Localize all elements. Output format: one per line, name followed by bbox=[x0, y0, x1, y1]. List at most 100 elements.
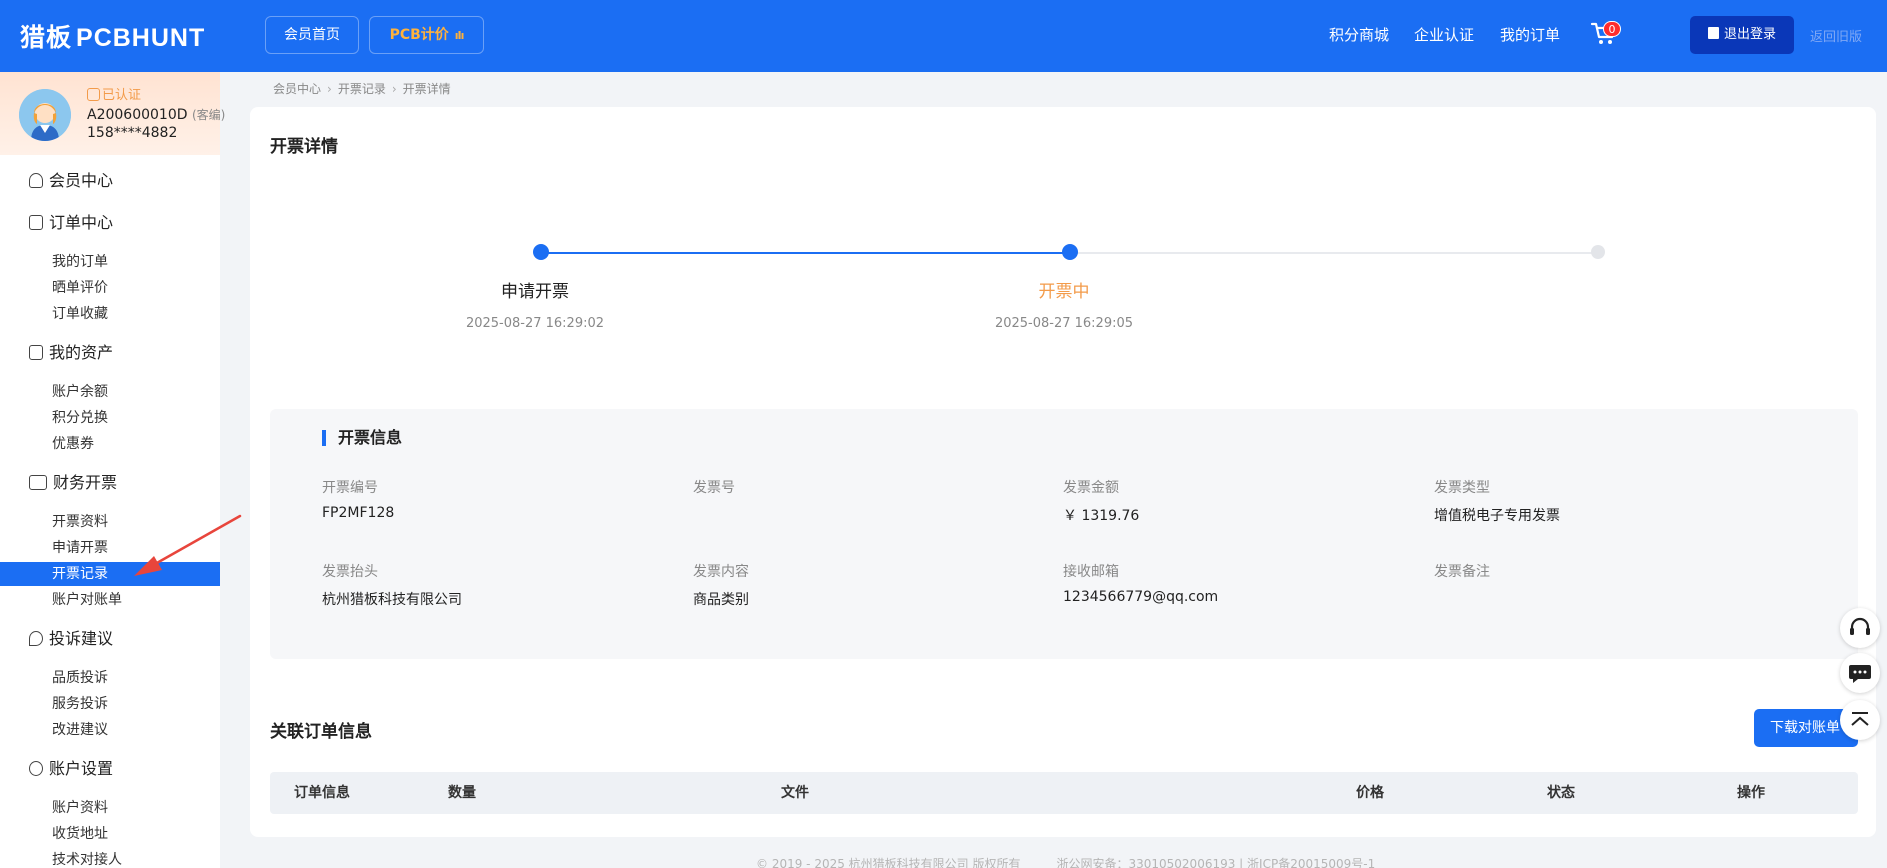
field-label-remark: 发票备注 bbox=[1434, 564, 1490, 580]
signal-bars-icon: ıIı bbox=[454, 29, 465, 42]
logout-button[interactable]: 退出登录 bbox=[1690, 16, 1794, 54]
logout-icon bbox=[1707, 27, 1719, 39]
back-to-top-button[interactable] bbox=[1840, 700, 1880, 740]
sidebar-member-center-label: 会员中心 bbox=[49, 171, 114, 190]
sidebar-item-account-profile[interactable]: 账户资料 bbox=[0, 796, 220, 820]
column-header-file: 文件 bbox=[781, 785, 809, 801]
column-header-quantity: 数量 bbox=[448, 785, 476, 801]
breadcrumb-item-member-center[interactable]: 会员中心 bbox=[273, 82, 321, 96]
sidebar-item-tech-contact[interactable]: 技术对接人 bbox=[0, 848, 220, 868]
column-header-price: 价格 bbox=[1356, 785, 1384, 801]
breadcrumb-item-invoice-records[interactable]: 开票记录 bbox=[338, 82, 386, 96]
cart-count-badge: 0 bbox=[1603, 21, 1621, 37]
certified-icon bbox=[87, 88, 100, 101]
invoice-icon bbox=[29, 475, 47, 490]
clipboard-icon bbox=[29, 215, 43, 230]
field-value-invoice-no: FP2MF128 bbox=[322, 505, 395, 521]
sidebar-item-reviews[interactable]: 晒单评价 bbox=[0, 276, 220, 300]
sidebar-item-statement[interactable]: 账户对账单 bbox=[0, 588, 220, 612]
arrow-up-icon bbox=[1851, 712, 1869, 726]
footer-copyright: © 2019 - 2025 杭州猎板科技有限公司 版权所有 浙公网安备：3301… bbox=[756, 857, 1376, 868]
user-phone: 158****4882 bbox=[87, 125, 178, 141]
sidebar-group-assets-label: 我的资产 bbox=[49, 343, 114, 362]
sidebar-group-settings: 账户设置 bbox=[29, 757, 113, 781]
sidebar-group-settings-label: 账户设置 bbox=[49, 759, 114, 778]
chat-bubble-icon bbox=[1849, 665, 1871, 683]
progress-line-done bbox=[541, 252, 1070, 254]
invoice-info-title: 开票信息 bbox=[322, 430, 402, 446]
field-value-invoice-header: 杭州猎板科技有限公司 bbox=[322, 592, 462, 608]
field-label-receipt-no: 发票号 bbox=[693, 480, 735, 496]
field-value-email: 1234566779@qq.com bbox=[1063, 589, 1219, 605]
field-label-amount: 发票金额 bbox=[1063, 480, 1119, 496]
user-id-value: A200600010D bbox=[87, 107, 188, 123]
field-value-amount: ￥ 1319.76 bbox=[1063, 508, 1140, 524]
user-id-tag: (客编) bbox=[191, 108, 226, 122]
chat-button[interactable] bbox=[1840, 653, 1880, 693]
progress-line-pending bbox=[1070, 252, 1599, 254]
page-title: 开票详情 bbox=[270, 137, 338, 157]
chevron-right-icon: › bbox=[391, 82, 397, 96]
chevron-right-icon: › bbox=[327, 82, 332, 96]
breadcrumb-item-invoice-detail: 开票详情 bbox=[402, 82, 451, 96]
user-id: A200600010D (客编) bbox=[87, 106, 225, 123]
sidebar-item-service-complaint[interactable]: 服务投诉 bbox=[0, 692, 220, 716]
nav-points-mall[interactable]: 积分商城 bbox=[1329, 24, 1389, 45]
step-time-apply: 2025-08-27 16:29:02 bbox=[465, 316, 605, 331]
sidebar-group-orders: 订单中心 bbox=[29, 211, 113, 235]
column-header-order-info: 订单信息 bbox=[294, 785, 350, 801]
sidebar-item-balance[interactable]: 账户余额 bbox=[0, 380, 220, 404]
sidebar-group-complaints: 投诉建议 bbox=[29, 627, 113, 651]
sidebar-item-favorites[interactable]: 订单收藏 bbox=[0, 302, 220, 326]
headset-icon bbox=[1850, 617, 1870, 635]
step-dot-processing bbox=[1062, 244, 1078, 260]
column-header-actions: 操作 bbox=[1737, 785, 1765, 801]
column-header-status: 状态 bbox=[1547, 785, 1575, 801]
annotation-arrow bbox=[134, 514, 242, 576]
invoice-detail-panel: 开票详情 申请开票 2025-08-27 16:29:02 开票中 2025-0… bbox=[250, 107, 1876, 837]
shield-icon bbox=[29, 631, 43, 646]
old-version-link[interactable]: 返回旧版 bbox=[1810, 26, 1862, 45]
field-value-invoice-content: 商品类别 bbox=[693, 592, 749, 608]
invoice-info-section: 开票信息 开票编号 FP2MF128 发票号 发票金额 ￥ 1319.76 发票… bbox=[270, 409, 1858, 659]
user-icon bbox=[29, 173, 43, 188]
step-dot-apply bbox=[533, 244, 549, 260]
related-orders-title: 关联订单信息 bbox=[270, 722, 372, 742]
sidebar-item-my-orders[interactable]: 我的订单 bbox=[0, 250, 220, 274]
sidebar: 已认证 A200600010D (客编) 158****4882 会员中心 订单… bbox=[0, 72, 225, 868]
step-label-processing: 开票中 bbox=[1038, 282, 1090, 302]
top-bar: 猎板 PCBHUNT 会员首页 PCB计价 ıIı 积分商城 企业认证 我的订单 0… bbox=[0, 0, 1887, 72]
sidebar-item-suggestions[interactable]: 改进建议 bbox=[0, 718, 220, 742]
field-label-invoice-header: 发票抬头 bbox=[322, 564, 378, 580]
brand-logo[interactable]: 猎板 PCBHUNT bbox=[20, 18, 205, 54]
logout-label: 退出登录 bbox=[1723, 27, 1776, 42]
customer-service-button[interactable] bbox=[1840, 608, 1880, 648]
wallet-icon bbox=[29, 345, 43, 360]
field-label-invoice-content: 发票内容 bbox=[693, 564, 749, 580]
field-label-invoice-type: 发票类型 bbox=[1434, 480, 1490, 496]
sidebar-group-complaints-label: 投诉建议 bbox=[49, 629, 114, 648]
sidebar-group-assets: 我的资产 bbox=[29, 341, 113, 365]
sidebar-item-quality-complaint[interactable]: 品质投诉 bbox=[0, 666, 220, 690]
sidebar-group-finance: 财务开票 bbox=[29, 471, 117, 495]
sidebar-group-orders-label: 订单中心 bbox=[49, 213, 114, 232]
avatar[interactable] bbox=[19, 89, 71, 141]
pcb-quote-label: PCB计价 bbox=[389, 27, 449, 43]
breadcrumb: 会员中心 › 开票记录 › 开票详情 bbox=[273, 80, 451, 97]
sidebar-item-shipping-address[interactable]: 收货地址 bbox=[0, 822, 220, 846]
gear-icon bbox=[29, 761, 43, 776]
field-label-invoice-no: 开票编号 bbox=[322, 480, 378, 496]
user-card: 已认证 A200600010D (客编) 158****4882 bbox=[0, 72, 225, 155]
member-home-button[interactable]: 会员首页 bbox=[265, 16, 359, 54]
sidebar-group-finance-label: 财务开票 bbox=[53, 473, 118, 492]
step-time-processing: 2025-08-27 16:29:05 bbox=[994, 316, 1134, 331]
sidebar-item-coupons[interactable]: 优惠券 bbox=[0, 432, 220, 456]
pcb-quote-button[interactable]: PCB计价 ıIı bbox=[369, 16, 484, 54]
sidebar-item-points[interactable]: 积分兑换 bbox=[0, 406, 220, 430]
nav-enterprise-cert[interactable]: 企业认证 bbox=[1414, 24, 1474, 45]
step-label-apply: 申请开票 bbox=[501, 282, 569, 302]
nav-my-orders[interactable]: 我的订单 bbox=[1500, 24, 1560, 45]
sidebar-member-center[interactable]: 会员中心 bbox=[29, 169, 113, 193]
field-value-invoice-type: 增值税电子专用发票 bbox=[1434, 508, 1560, 524]
orders-table-header: 订单信息 数量 文件 价格 状态 操作 bbox=[270, 772, 1858, 814]
